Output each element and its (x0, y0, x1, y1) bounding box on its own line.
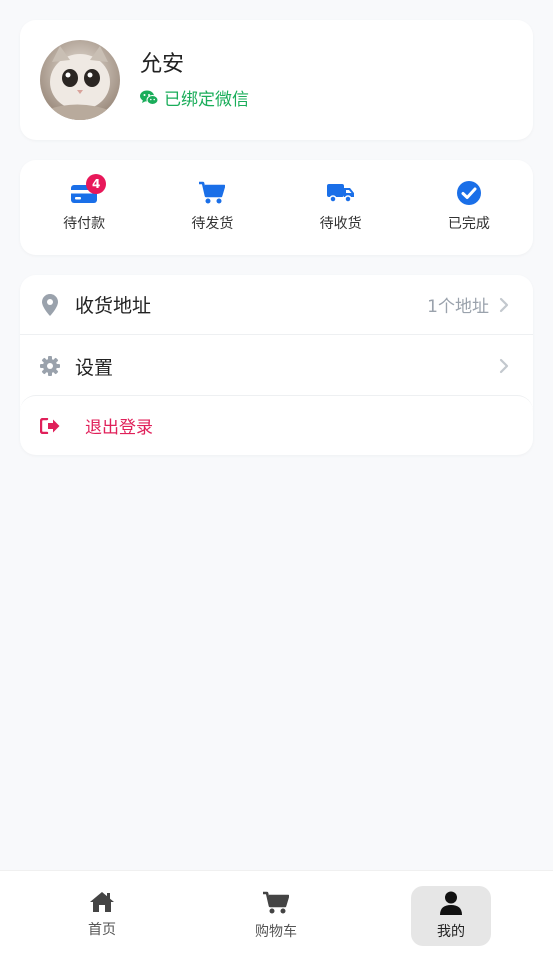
nav-label: 购物车 (255, 924, 297, 940)
order-pending-shipment[interactable]: 待发货 (148, 160, 276, 255)
home-icon (89, 891, 115, 917)
check-circle-icon (455, 179, 483, 207)
cart-icon (198, 179, 226, 207)
order-pending-receipt[interactable]: 待收货 (277, 160, 405, 255)
nav-label: 首页 (88, 922, 116, 938)
menu-item-settings[interactable]: 设置 (20, 336, 533, 396)
order-label: 待收货 (319, 216, 362, 232)
profile-page: 允安 已绑定微信 4 待付款 待发货 待收货 已完成 收货地址 1个地址 设置 … (0, 0, 553, 961)
logout-button[interactable]: 退出登录 (20, 395, 533, 455)
avatar[interactable] (40, 40, 120, 120)
pending-payment-badge: 4 (86, 174, 107, 194)
chevron-right-icon (499, 297, 511, 313)
order-pending-payment[interactable]: 4 待付款 (20, 160, 148, 255)
location-pin-icon (40, 293, 60, 316)
nav-label: 我的 (437, 924, 465, 940)
user-name: 允安 (140, 52, 185, 77)
nav-item-cart[interactable]: 购物车 (236, 886, 316, 946)
order-completed[interactable]: 已完成 (405, 160, 533, 255)
nav-item-home[interactable]: 首页 (62, 886, 142, 946)
wechat-status-label: 已绑定微信 (164, 90, 249, 110)
card-icon: 4 (70, 174, 107, 207)
gear-icon (40, 355, 60, 377)
menu-card: 收货地址 1个地址 设置 退出登录 (20, 275, 533, 455)
bottom-nav: 首页 购物车 我的 (0, 870, 553, 961)
address-count: 1个地址 (427, 297, 489, 317)
nav-item-mine[interactable]: 我的 (411, 886, 491, 946)
logout-icon (40, 415, 60, 437)
order-label: 待发货 (191, 216, 234, 232)
wechat-status: 已绑定微信 (140, 88, 249, 112)
logout-label: 退出登录 (85, 418, 153, 438)
menu-item-address[interactable]: 收货地址 1个地址 (20, 275, 533, 335)
order-label: 待付款 (63, 216, 106, 232)
wechat-icon (140, 90, 159, 110)
chevron-right-icon (499, 358, 511, 374)
menu-label: 设置 (75, 356, 114, 379)
user-icon (439, 891, 463, 919)
order-label: 已完成 (447, 216, 490, 232)
orders-card: 4 待付款 待发货 待收货 已完成 (20, 160, 533, 255)
truck-icon (326, 179, 355, 207)
menu-label: 收货地址 (75, 295, 152, 317)
profile-card: 允安 已绑定微信 (20, 20, 533, 140)
cart-icon (263, 891, 290, 919)
